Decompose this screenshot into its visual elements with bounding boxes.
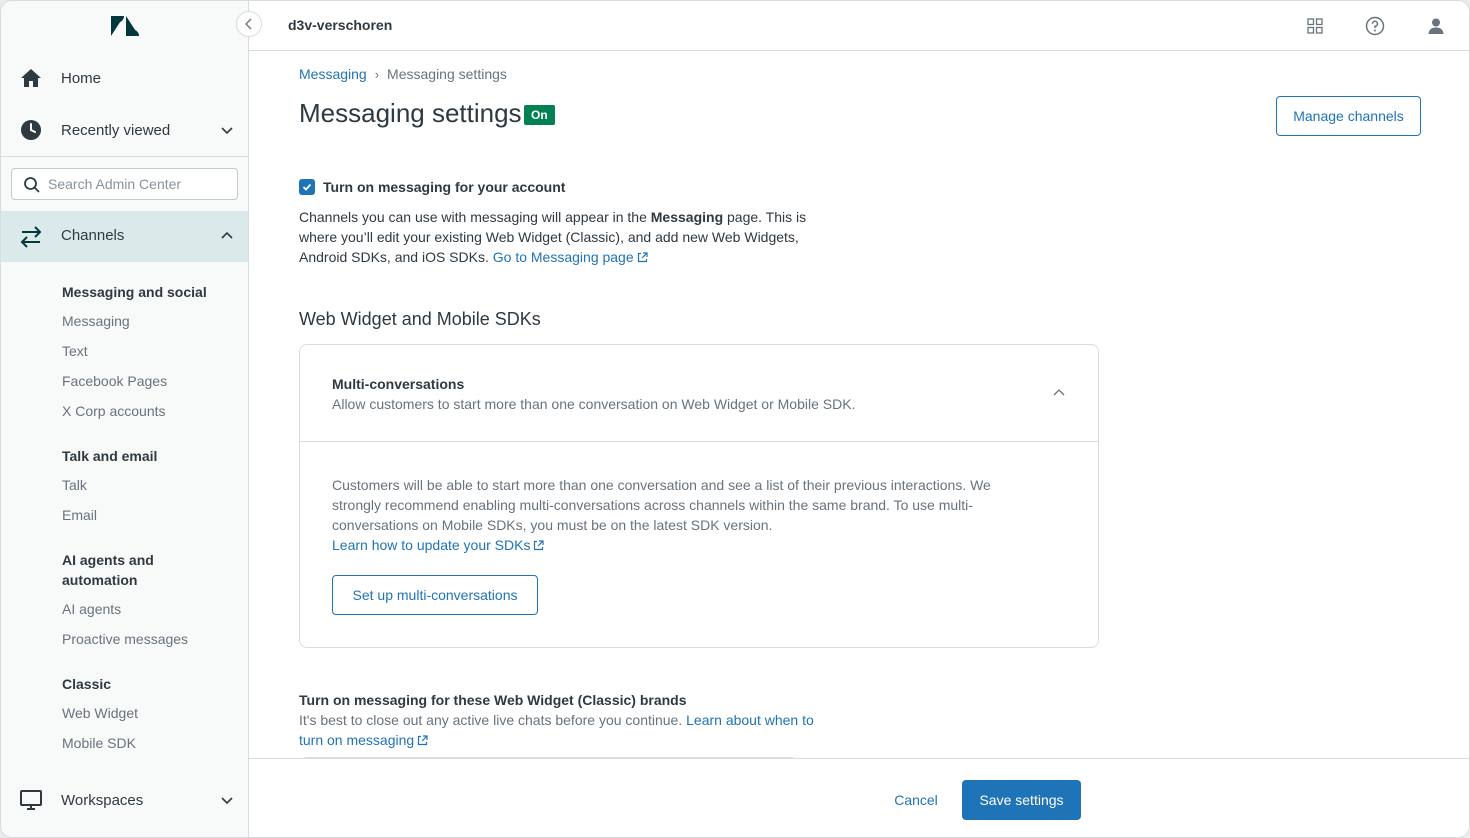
subnav-heading-messaging-social: Messaging and social <box>62 284 207 300</box>
classic-section-description: It's best to close out any active live c… <box>299 710 859 750</box>
nav-channels[interactable]: Channels <box>1 211 248 262</box>
go-to-messaging-link[interactable]: Go to Messaging page <box>493 249 648 265</box>
subnav-item-talk[interactable]: Talk <box>62 477 87 493</box>
messaging-checkbox-label[interactable]: Turn on messaging for your account <box>323 179 565 195</box>
zendesk-logo[interactable] <box>110 14 140 38</box>
learn-update-sdks-link-text: Learn how to update your SDKs <box>332 537 531 553</box>
nav-home-label: Home <box>61 69 102 87</box>
nav-home[interactable]: Home <box>1 52 248 104</box>
admin-search[interactable] <box>11 168 238 200</box>
chevron-up-icon <box>221 231 233 239</box>
subnav-item-email[interactable]: Email <box>62 507 97 523</box>
card-body-text: Customers will be able to start more tha… <box>332 477 991 533</box>
chevron-up-icon[interactable] <box>1051 385 1067 401</box>
subnav-heading-ai-agents-line1: AI agents and <box>62 552 154 568</box>
subnav-heading-talk-email: Talk and email <box>62 448 158 464</box>
link-line-1: Learn about when to <box>686 712 814 728</box>
breadcrumb-current: Messaging settings <box>387 66 507 82</box>
monitor-icon <box>20 790 42 810</box>
top-bar: d3v-verschoren <box>249 1 1469 51</box>
nav-workspaces[interactable]: Workspaces <box>1 774 248 826</box>
chevron-left-icon <box>245 18 252 30</box>
chevron-down-icon <box>221 797 233 805</box>
subnav-heading-ai-agents-line2: automation <box>62 572 138 588</box>
subnav-item-text[interactable]: Text <box>62 343 88 359</box>
user-icon[interactable] <box>1426 16 1446 36</box>
multi-conversations-card-header[interactable]: Multi-conversations Allow customers to s… <box>300 345 1098 442</box>
go-to-messaging-link-text: Go to Messaging page <box>492 249 634 265</box>
subnav-item-mobile-sdk[interactable]: Mobile SDK <box>62 735 136 751</box>
desc-text-1: Channels you can use with messaging will… <box>299 209 651 225</box>
breadcrumb-messaging-link[interactable]: Messaging <box>299 66 367 82</box>
external-link-icon <box>637 252 648 263</box>
check-icon <box>302 183 312 191</box>
card-subtitle: Allow customers to start more than one c… <box>332 396 856 412</box>
subnav-item-web-widget[interactable]: Web Widget <box>62 705 138 721</box>
grid-icon[interactable] <box>1305 16 1325 36</box>
status-badge: On <box>524 105 555 125</box>
collapse-sidebar-button[interactable] <box>236 11 262 37</box>
desc-bold: Messaging <box>650 209 724 225</box>
classic-desc-text: It's best to close out any active live c… <box>299 712 687 728</box>
save-settings-button[interactable]: Save settings <box>962 780 1081 820</box>
classic-section-title: Turn on messaging for these Web Widget (… <box>299 692 687 708</box>
page-title: Messaging settings <box>299 98 522 128</box>
external-link-icon <box>534 540 545 551</box>
home-icon <box>21 69 41 87</box>
search-icon <box>24 177 40 193</box>
subnav-item-ai-agents[interactable]: AI agents <box>62 601 121 617</box>
footer-bar: Cancel Save settings <box>249 758 1469 837</box>
nav-workspaces-label: Workspaces <box>61 791 144 809</box>
set-up-multi-conversations-button[interactable]: Set up multi-conversations <box>332 575 538 615</box>
messaging-checkbox[interactable] <box>299 179 315 195</box>
sidebar: Home Recently viewed Channels Messaging … <box>1 1 249 837</box>
subnav-item-facebook-pages[interactable]: Facebook Pages <box>62 373 167 389</box>
chevron-down-icon <box>221 127 233 135</box>
multi-conversations-card: Multi-conversations Allow customers to s… <box>299 344 1099 648</box>
breadcrumb: Messaging › Messaging settings <box>299 66 507 82</box>
admin-center-window: Home Recently viewed Channels Messaging … <box>0 0 1470 838</box>
clock-icon <box>21 120 41 140</box>
nav-recently-viewed-label: Recently viewed <box>61 121 171 139</box>
nav-channels-label: Channels <box>61 227 125 244</box>
cancel-button[interactable]: Cancel <box>883 780 949 820</box>
breadcrumb-separator: › <box>374 66 380 82</box>
subnav-item-x-corp-accounts[interactable]: X Corp accounts <box>62 403 166 419</box>
subnav-heading-classic: Classic <box>62 676 112 692</box>
nav-recently-viewed[interactable]: Recently viewed <box>1 104 248 156</box>
learn-update-sdks-link[interactable]: Learn how to update your SDKs <box>332 537 545 553</box>
link-line-2: turn on messaging <box>299 732 415 748</box>
subnav-item-messaging[interactable]: Messaging <box>62 313 130 329</box>
arrows-swap-icon <box>20 226 42 248</box>
search-input[interactable] <box>48 173 233 195</box>
account-name: d3v-verschoren <box>288 17 393 33</box>
manage-channels-button[interactable]: Manage channels <box>1276 96 1421 136</box>
messaging-description: Channels you can use with messaging will… <box>299 207 839 267</box>
subnav-item-proactive-messages[interactable]: Proactive messages <box>62 631 188 647</box>
card-body: Customers will be able to start more tha… <box>332 475 992 555</box>
card-title: Multi-conversations <box>332 376 465 392</box>
main-content: Messaging › Messaging settings Messaging… <box>249 52 1469 758</box>
external-link-icon <box>418 735 428 746</box>
section-title-web-widget: Web Widget and Mobile SDKs <box>299 309 541 329</box>
sidebar-divider <box>1 156 248 157</box>
help-icon[interactable] <box>1365 16 1385 36</box>
